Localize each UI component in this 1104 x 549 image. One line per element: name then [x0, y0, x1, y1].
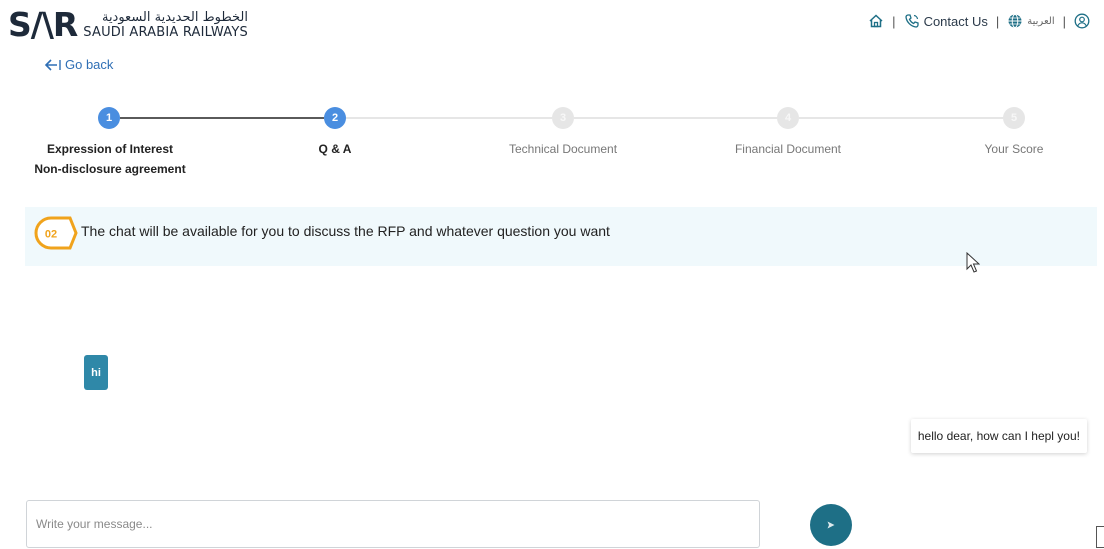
step-3-marker: 3	[552, 107, 574, 129]
step-4-marker: 4	[777, 107, 799, 129]
message-input[interactable]	[27, 501, 759, 547]
step-1-label: Expression of Interest Non-disclosure ag…	[24, 139, 196, 179]
header: S/\R الخطوط الحديدية السعودية SAUDI ARAB…	[0, 0, 1104, 48]
logo-arabic-text: الخطوط الحديدية السعودية	[101, 9, 248, 25]
contact-us-label: Contact Us	[923, 13, 988, 29]
globe-icon	[1008, 14, 1022, 28]
phone-icon	[904, 14, 919, 28]
language-label: العربية	[1027, 15, 1055, 27]
arrow-left-icon	[44, 58, 61, 71]
home-icon	[869, 14, 883, 28]
step-3-label: Technical Document	[508, 142, 618, 156]
logo-text: الخطوط الحديدية السعودية SAUDI ARABIA RA…	[83, 10, 248, 41]
contact-us-link[interactable]: Contact Us	[904, 13, 988, 29]
go-back-label: Go back	[65, 57, 114, 72]
step-connector	[799, 117, 1003, 119]
step-1-label-line2: Non-disclosure agreement	[34, 162, 186, 176]
user-icon	[1074, 13, 1090, 29]
progress-stepper: 1 2 3 4 5 Expression of Interest Non-dis…	[0, 105, 1104, 185]
user-profile-button[interactable]	[1074, 13, 1090, 29]
step-connector	[120, 117, 324, 119]
step-5-label: Your Score	[984, 142, 1044, 156]
send-icon	[827, 521, 835, 529]
chat-message-user: hi	[84, 355, 108, 390]
logo-mark: S/\R	[8, 5, 78, 44]
home-link[interactable]	[868, 13, 884, 29]
language-switch[interactable]: العربية	[1007, 13, 1055, 29]
step-5-marker: 5	[1003, 107, 1025, 129]
step-1-marker: 1	[98, 107, 120, 129]
nav-separator: |	[1062, 13, 1066, 29]
logo[interactable]: S/\R الخطوط الحديدية السعودية SAUDI ARAB…	[8, 8, 248, 42]
step-connector	[346, 117, 552, 119]
info-banner: 02 The chat will be available for you to…	[25, 207, 1097, 266]
step-2-marker: 2	[324, 107, 346, 129]
step-number-badge: 02	[34, 216, 78, 250]
step-2-label: Q & A	[318, 142, 352, 156]
step-number-text: 02	[45, 229, 57, 241]
chat-message-reply: hello dear, how can I hepl you!	[910, 419, 1087, 453]
message-composer	[26, 500, 760, 548]
banner-text: The chat will be available for you to di…	[81, 223, 610, 239]
nav-separator: |	[995, 13, 1000, 29]
step-1-label-line1: Expression of Interest	[46, 142, 174, 156]
step-4-label: Financial Document	[734, 142, 842, 156]
logo-english-text: SAUDI ARABIA RAILWAYS	[83, 24, 248, 40]
mouse-cursor-icon	[966, 252, 980, 273]
send-button[interactable]	[810, 504, 852, 546]
go-back-link[interactable]: Go back	[44, 57, 113, 72]
nav-separator: |	[892, 13, 896, 29]
step-connector	[574, 117, 777, 119]
scroll-handle	[1096, 526, 1104, 548]
top-nav: | Contact Us | العربية |	[868, 13, 1090, 29]
